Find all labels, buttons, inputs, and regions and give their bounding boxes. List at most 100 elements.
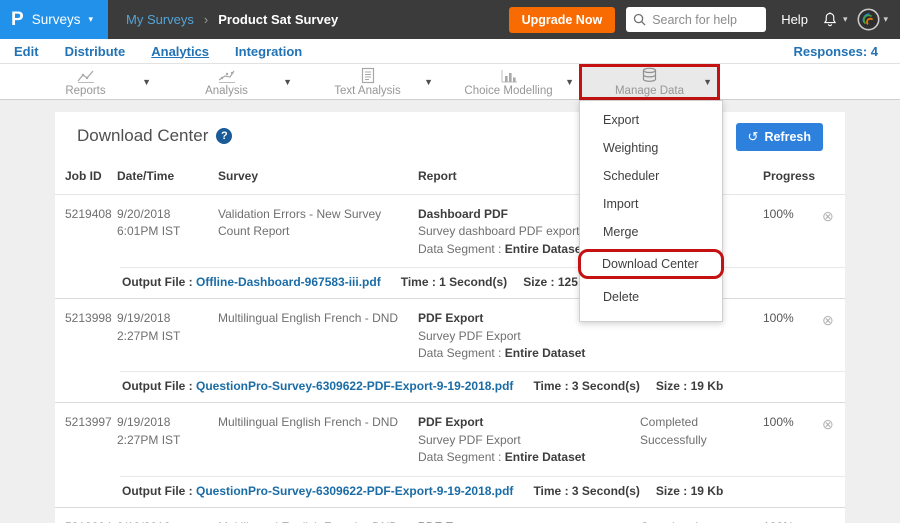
survey-cell: Multilingual English French - DND xyxy=(218,310,418,362)
data-segment-value: Entire Dataset xyxy=(505,242,586,256)
job-time: Time : 3 Second(s) xyxy=(533,484,639,498)
account-menu[interactable]: ▾ xyxy=(857,8,888,31)
output-file-row: Output File : QuestionPro-Survey-6309622… xyxy=(120,371,845,402)
responses-count: Responses: 4 xyxy=(793,44,878,59)
brand-logo: P xyxy=(11,10,24,29)
job-time: Time : 3 Second(s) xyxy=(533,379,639,393)
panel-header: Download Center ? ↺Refresh xyxy=(55,112,845,160)
job-size: Size : 19 Kb xyxy=(656,379,723,393)
chevron-down-icon[interactable]: ▼ xyxy=(283,77,292,87)
toolbar-choice-modelling[interactable]: Choice Modelling ▼ xyxy=(438,64,579,100)
product-menu-label: Surveys xyxy=(32,12,81,27)
date-time-cell: 9/20/2018 6:01PM IST xyxy=(117,206,218,258)
notifications-button[interactable]: ▾ xyxy=(821,11,848,29)
toolbar-label: Choice Modelling xyxy=(464,85,552,97)
status-cell: Completed Successfully xyxy=(640,414,763,466)
output-file-link[interactable]: Offline-Dashboard-967583-iii.pdf xyxy=(196,275,381,289)
help-question-icon[interactable]: ? xyxy=(216,128,232,144)
report-cell: PDF Export Survey PDF Export Data Segmen… xyxy=(418,414,640,466)
toolbar-manage-data[interactable]: Manage Data ▼ xyxy=(579,64,720,100)
output-file-link[interactable]: QuestionPro-Survey-6309622-PDF-Export-9-… xyxy=(196,379,513,393)
survey-nav-tabs: Edit Distribute Analytics Integration Re… xyxy=(0,39,900,64)
page-title: Download Center xyxy=(77,126,208,146)
cancel-job-icon[interactable]: ⊗ xyxy=(822,416,834,432)
search-input[interactable] xyxy=(652,13,759,27)
chevron-down-icon[interactable]: ▼ xyxy=(703,77,712,87)
upgrade-now-button[interactable]: Upgrade Now xyxy=(509,7,616,33)
cancel-job-icon[interactable]: ⊗ xyxy=(822,312,834,328)
col-header-job-id: Job ID xyxy=(65,169,117,183)
chevron-down-icon: ▾ xyxy=(883,15,888,24)
progress-cell: 100% xyxy=(763,519,822,523)
tab-integration[interactable]: Integration xyxy=(235,44,302,59)
progress-cell: 100% xyxy=(763,310,822,362)
data-segment-value: Entire Dataset xyxy=(505,346,586,360)
menu-item[interactable]: Import xyxy=(580,190,722,218)
menu-item[interactable]: Weighting xyxy=(580,134,722,162)
menu-item[interactable]: Download Center xyxy=(578,249,724,279)
bell-icon xyxy=(821,11,839,29)
progress-cell: 100% xyxy=(763,414,822,466)
refresh-label: Refresh xyxy=(764,130,811,144)
date-time-cell: 9/19/2018 2:26PM IST xyxy=(117,519,218,523)
search-icon xyxy=(633,13,646,26)
app-header: P Surveys ▾ My Surveys › Product Sat Sur… xyxy=(0,0,900,39)
refresh-button[interactable]: ↺Refresh xyxy=(736,123,823,151)
chevron-down-icon[interactable]: ▼ xyxy=(424,77,433,87)
progress-cell: 100% xyxy=(763,206,822,258)
table-row: 5219408 9/20/2018 6:01PM IST Validation … xyxy=(55,195,845,299)
output-file-label: Output File : xyxy=(122,484,193,498)
report-description: Survey PDF Export xyxy=(418,432,628,449)
output-file-label: Output File : xyxy=(122,379,193,393)
scatter-chart-icon xyxy=(217,68,237,84)
col-header-progress: Progress xyxy=(763,169,822,183)
col-header-date-time: Date/Time xyxy=(117,169,218,183)
line-chart-icon xyxy=(76,68,96,84)
breadcrumb-current-survey: Product Sat Survey xyxy=(218,12,338,27)
chevron-down-icon: ▾ xyxy=(88,15,93,24)
breadcrumb: My Surveys › Product Sat Survey xyxy=(126,12,338,27)
chevron-down-icon[interactable]: ▼ xyxy=(142,77,151,87)
help-link[interactable]: Help xyxy=(781,12,808,27)
data-segment-label: Data Segment : xyxy=(418,242,501,256)
toolbar-reports[interactable]: Reports ▼ xyxy=(15,64,156,100)
cancel-job-icon[interactable]: ⊗ xyxy=(822,208,834,224)
toolbar-label: Analysis xyxy=(205,85,248,97)
output-file-link[interactable]: QuestionPro-Survey-6309622-PDF-Export-9-… xyxy=(196,484,513,498)
output-file-row: Output File : QuestionPro-Survey-6309622… xyxy=(120,476,845,507)
table-row: 5213998 9/19/2018 2:27PM IST Multilingua… xyxy=(55,299,845,403)
breadcrumb-separator-icon: › xyxy=(204,12,208,27)
menu-item[interactable]: Delete xyxy=(580,283,722,311)
toolbar-label: Text Analysis xyxy=(334,85,400,97)
report-description: Survey PDF Export xyxy=(418,328,628,345)
database-icon xyxy=(640,67,659,84)
chevron-down-icon[interactable]: ▼ xyxy=(565,77,574,87)
data-segment-label: Data Segment : xyxy=(418,346,501,360)
status-cell: Completed Successfully xyxy=(640,519,763,523)
date-time-cell: 9/19/2018 2:27PM IST xyxy=(117,414,218,466)
menu-item[interactable]: Scheduler xyxy=(580,162,722,190)
table-row: 5213997 9/19/2018 2:27PM IST Multilingua… xyxy=(55,403,845,507)
toolbar-label: Reports xyxy=(65,85,105,97)
toolbar-analysis[interactable]: Analysis ▼ xyxy=(156,64,297,100)
col-header-actions xyxy=(822,169,855,183)
document-icon xyxy=(360,67,376,84)
table-header-row: Job ID Date/Time Survey Report Progress xyxy=(55,160,845,195)
tab-edit[interactable]: Edit xyxy=(14,44,39,59)
data-segment-line: Data Segment : Entire Dataset xyxy=(418,345,628,362)
menu-item[interactable]: Merge xyxy=(580,218,722,246)
survey-cell: Multilingual English French - DND xyxy=(218,414,418,466)
tab-distribute[interactable]: Distribute xyxy=(65,44,126,59)
toolbar-text-analysis[interactable]: Text Analysis ▼ xyxy=(297,64,438,100)
menu-item[interactable]: Export xyxy=(580,106,722,134)
survey-cell: Multilingual English French - DND xyxy=(218,519,418,523)
tab-analytics[interactable]: Analytics xyxy=(151,44,209,59)
product-menu[interactable]: P Surveys ▾ xyxy=(0,0,108,39)
date-time-cell: 9/19/2018 2:27PM IST xyxy=(117,310,218,362)
help-search-box[interactable] xyxy=(626,7,766,32)
report-cell: PDF Export Survey PDF Export Data Segmen… xyxy=(418,519,640,523)
actions-cell: ⊗ xyxy=(822,310,855,362)
job-id-cell: 5213997 xyxy=(65,414,117,466)
report-title: PDF Export xyxy=(418,414,628,431)
breadcrumb-my-surveys[interactable]: My Surveys xyxy=(126,12,194,27)
